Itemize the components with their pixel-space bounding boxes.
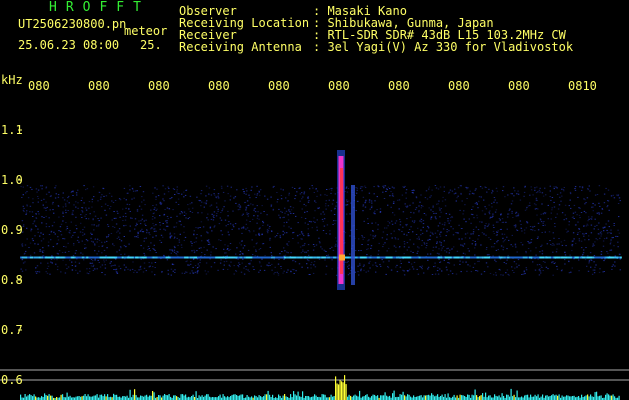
x-tick-label: 080 — [208, 79, 230, 93]
x-tick-label: 080 — [88, 79, 110, 93]
y-tick-label: 0.9 — [1, 223, 23, 237]
x-tick-label: 080 — [388, 79, 410, 93]
x-tick-label: 080 — [28, 79, 50, 93]
secondary-trace — [351, 185, 355, 285]
level-meter — [20, 375, 620, 400]
x-tick-label: 0810 — [568, 79, 597, 93]
y-tick-label: 0.6 — [1, 373, 23, 387]
x-tick-label: 080 — [148, 79, 170, 93]
y-tick-label: 1.1 — [1, 123, 23, 137]
x-tick-label: 080 — [448, 79, 470, 93]
x-tick-label: 080 — [268, 79, 290, 93]
y-tick-label: 1.0 — [1, 173, 23, 187]
y-tick-label: 0.7 — [1, 323, 23, 337]
carrier-highlights — [21, 256, 622, 259]
y-tick-label: 0.8 — [1, 273, 23, 287]
x-tick-label: 080 — [508, 79, 530, 93]
spectrogram-plot — [0, 129, 629, 400]
meteor-carrier-cross — [339, 254, 345, 261]
noise-band — [20, 185, 621, 276]
x-tick-label: 080 — [328, 79, 350, 93]
